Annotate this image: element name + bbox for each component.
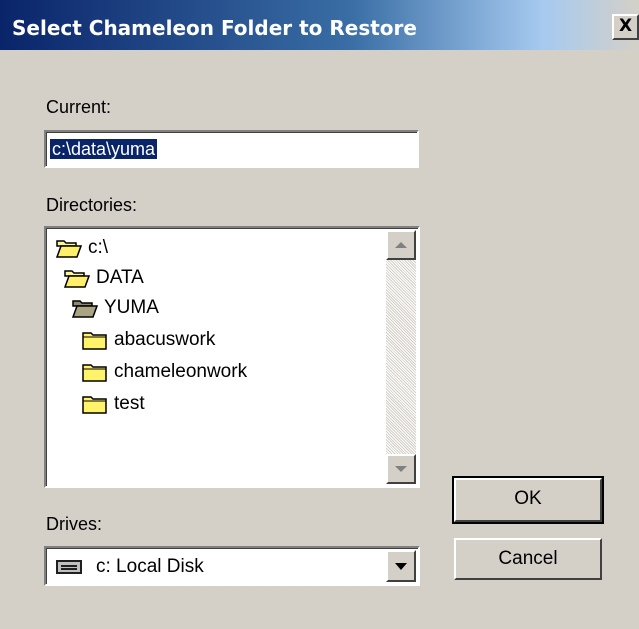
open-folder-icon: [72, 300, 98, 318]
folder-icon: [82, 364, 107, 382]
directory-item-label: test: [114, 393, 145, 414]
directory-item-label: abacuswork: [114, 329, 216, 350]
arrow-up-icon: [395, 242, 407, 248]
directory-item-data[interactable]: DATA: [64, 265, 144, 291]
directory-item-label: c:\: [88, 237, 109, 258]
directory-item-label: YUMA: [104, 297, 159, 318]
scroll-up-button[interactable]: [386, 230, 416, 260]
window-title: Select Chameleon Folder to Restore: [12, 16, 417, 40]
ok-button[interactable]: OK: [452, 476, 604, 524]
open-folder-icon: [56, 240, 82, 258]
current-label: Current:: [46, 97, 112, 117]
directory-item-label: DATA: [96, 267, 144, 288]
directory-item-test[interactable]: test: [82, 391, 145, 417]
folder-icon: [82, 396, 107, 414]
directory-item-yuma[interactable]: YUMA: [72, 295, 159, 321]
cancel-button[interactable]: Cancel: [454, 538, 602, 580]
current-path-field[interactable]: c:\data\yuma: [44, 130, 419, 168]
close-button[interactable]: X: [612, 14, 639, 40]
directories-label: Directories:: [46, 195, 138, 215]
chevron-down-icon: [395, 562, 407, 570]
dropdown-arrow-button[interactable]: [386, 550, 416, 582]
current-path-value: c:\data\yuma: [50, 139, 158, 159]
directory-item-chameleonwork[interactable]: chameleonwork: [82, 359, 247, 385]
drives-label: Drives:: [46, 514, 103, 534]
drives-dropdown[interactable]: c: Local Disk: [44, 546, 420, 586]
directory-scrollbar[interactable]: [386, 230, 416, 484]
scroll-down-button[interactable]: [386, 454, 416, 484]
directory-item-abacuswork[interactable]: abacuswork: [82, 327, 215, 353]
directory-list[interactable]: c:\ DATA YUMA abacuswork chameleonwork t…: [44, 226, 420, 488]
drives-selected-value: c: Local Disk: [96, 556, 204, 577]
folder-icon: [82, 332, 107, 350]
directory-item-c-root[interactable]: c:\: [56, 235, 108, 261]
title-bar: Select Chameleon Folder to Restore X: [0, 0, 639, 50]
cancel-button-label: Cancel: [498, 548, 558, 569]
directory-item-label: chameleonwork: [114, 361, 248, 382]
hard-drive-icon: [56, 560, 82, 574]
open-folder-icon: [64, 270, 90, 288]
ok-button-label: OK: [514, 488, 542, 509]
arrow-down-icon: [395, 466, 407, 472]
